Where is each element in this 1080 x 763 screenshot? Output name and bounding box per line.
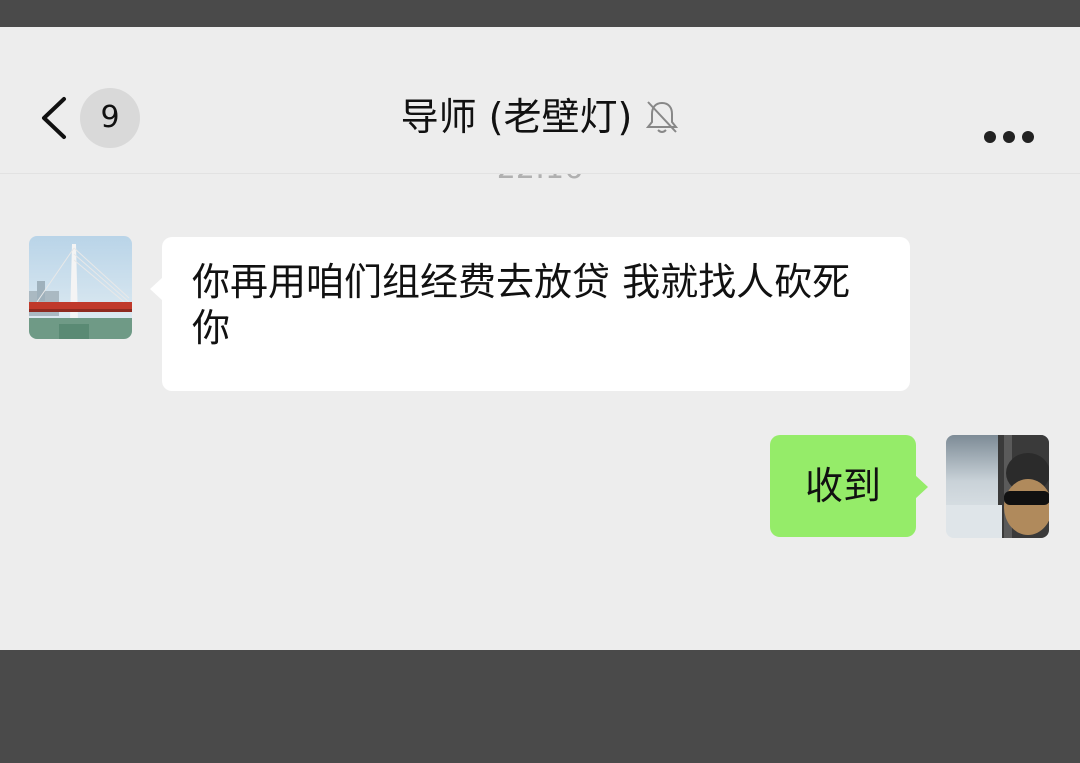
my-avatar[interactable] [946,435,1049,538]
chat-header: 9 导师 (老壁灯) [0,27,1080,174]
bridge-photo-icon [29,236,132,339]
more-dot [1003,131,1015,143]
more-dot [1022,131,1034,143]
sunglasses-photo-icon [946,435,1049,538]
sender-avatar[interactable] [29,236,132,339]
incoming-message-bubble[interactable]: 你再用咱们组经费去放贷 我就找人砍死你 [150,237,910,391]
chat-title[interactable]: 导师 (老壁灯) [401,87,633,147]
more-dots-icon [984,131,996,143]
more-options-button[interactable] [984,131,1034,145]
chat-screen: 22:16 9 导师 (老壁灯) [0,27,1080,650]
bell-muted-icon [646,101,679,133]
chat-title-area: 导师 (老壁灯) [0,87,1080,147]
outgoing-message-bubble[interactable]: 收到 [770,435,928,537]
